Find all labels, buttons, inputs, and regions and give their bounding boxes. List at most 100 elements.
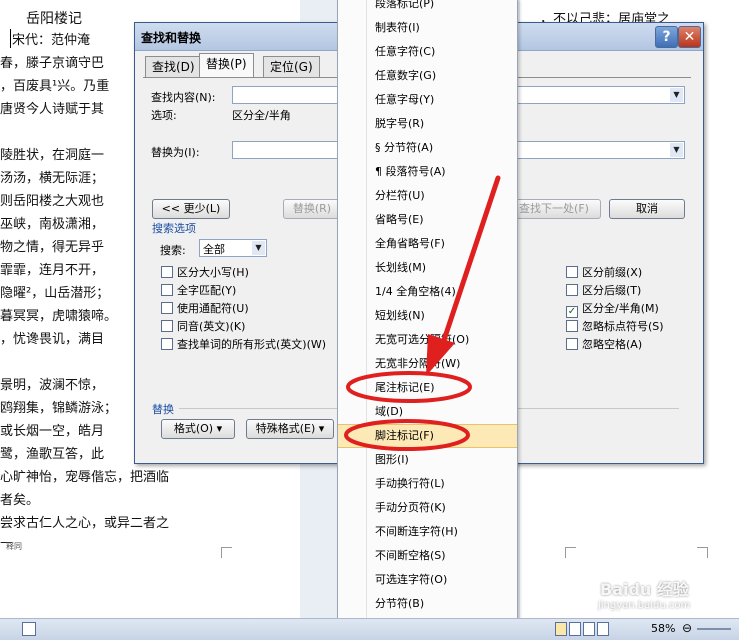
web-layout-view-icon[interactable] (583, 622, 595, 636)
menu-item[interactable]: 任意字母(Y) (338, 88, 517, 112)
search-label: 搜索: (160, 244, 186, 257)
format-button[interactable]: 格式(O) ▾ (161, 419, 235, 439)
menu-item-label: 无宽非分隔符(W) (375, 357, 461, 370)
checkbox-icon[interactable] (566, 338, 578, 350)
menu-item-label: 无宽可选分隔符(O) (375, 333, 470, 346)
outline-view-icon[interactable] (597, 622, 609, 636)
chevron-down-icon[interactable]: ▼ (252, 241, 265, 255)
checkbox-icon[interactable] (161, 284, 173, 296)
checkbox-label: 区分大小写(H) (177, 266, 249, 279)
footnote-text: 释同 (6, 542, 22, 551)
checkbox-option[interactable]: 同音(英文)(K) (161, 318, 245, 334)
checkbox-label: 使用通配符(U) (177, 302, 249, 315)
menu-item[interactable]: 域(D) (338, 400, 517, 424)
menu-item[interactable]: ¶ 段落符号(A) (338, 160, 517, 184)
checkbox-icon[interactable] (161, 320, 173, 332)
find-next-button[interactable]: 查找下一处(F) (507, 199, 601, 219)
document-line: 尝求古仁人之心，或异二者之 (0, 516, 170, 531)
menu-item[interactable]: 短划线(N) (338, 304, 517, 328)
checkbox-icon[interactable] (566, 320, 578, 332)
help-button[interactable]: ? (655, 26, 678, 48)
menu-item[interactable]: 任意数字(G) (338, 64, 517, 88)
replace-section-title: 替换 (152, 403, 174, 416)
menu-item[interactable]: 分栏符(U) (338, 184, 517, 208)
menu-item[interactable]: 尾注标记(E) (338, 376, 517, 400)
zoom-level[interactable]: 58% (651, 622, 675, 635)
menu-item[interactable]: 制表符(I) (338, 16, 517, 40)
menu-item[interactable]: 分节符(B) (338, 592, 517, 616)
checkbox-label: 忽略标点符号(S) (582, 320, 664, 333)
checkbox-option[interactable]: 全字匹配(Y) (161, 282, 236, 298)
checkbox-icon[interactable] (161, 266, 173, 278)
checkbox-option[interactable]: 查找单词的所有形式(英文)(W) (161, 336, 326, 352)
menu-item[interactable]: § 分节符(A) (338, 136, 517, 160)
menu-item-label: 任意数字(G) (375, 69, 437, 82)
tab-goto[interactable]: 定位(G) (263, 56, 320, 77)
menu-item[interactable]: 长划线(M) (338, 256, 517, 280)
menu-item-label: 段落标记(P) (375, 0, 435, 10)
close-button[interactable]: ✕ (678, 26, 701, 48)
menu-item-label: 尾注标记(E) (375, 381, 435, 394)
zoom-out-icon[interactable]: ⊖ (682, 621, 692, 635)
checkbox-option[interactable]: 区分前缀(X) (566, 264, 642, 280)
menu-item[interactable]: 脚注标记(F) (338, 424, 517, 448)
less-button[interactable]: << 更少(L) (152, 199, 230, 219)
document-line: 隐曜²，山岳潜形； (0, 286, 110, 301)
menu-item[interactable]: 任意字符(C) (338, 40, 517, 64)
print-layout-view-icon[interactable] (555, 622, 567, 636)
search-direction-select[interactable]: 全部 ▼ (199, 239, 267, 257)
special-format-button[interactable]: 特殊格式(E) ▾ (246, 419, 334, 439)
cancel-button[interactable]: 取消 (609, 199, 685, 219)
menu-item-label: 制表符(I) (375, 21, 420, 34)
checkbox-option[interactable]: 区分大小写(H) (161, 264, 249, 280)
menu-item[interactable]: 不间断连字符(H) (338, 520, 517, 544)
menu-item[interactable]: 手动换行符(L) (338, 472, 517, 496)
checkmark-icon[interactable]: ✓ (566, 306, 578, 318)
menu-item-label: 手动分页符(K) (375, 501, 446, 514)
menu-item-label: 分节符(B) (375, 597, 425, 610)
document-line: 鸥翔集，锦鳞游泳； (0, 401, 118, 416)
search-direction-value: 全部 (203, 243, 225, 256)
menu-item[interactable]: 段落标记(P) (338, 0, 517, 16)
document-line: 或长烟一空，皓月 (0, 424, 105, 439)
watermark-logo: Baidu 经验 (600, 580, 689, 599)
menu-item[interactable]: 手动分页符(K) (338, 496, 517, 520)
page-icon[interactable] (22, 622, 36, 636)
document-line: ，百废具¹兴。乃重 (0, 79, 110, 94)
full-screen-view-icon[interactable] (569, 622, 581, 636)
menu-item-label: 不间断空格(S) (375, 549, 446, 562)
document-line: 物之情，得无异乎 (0, 240, 105, 255)
menu-item-label: 图形(I) (375, 453, 409, 466)
menu-item[interactable]: 全角省略号(F) (338, 232, 517, 256)
checkbox-icon[interactable] (161, 302, 173, 314)
menu-item-label: 短划线(N) (375, 309, 425, 322)
view-buttons[interactable] (555, 622, 615, 636)
menu-item[interactable]: 无宽非分隔符(W) (338, 352, 517, 376)
menu-item[interactable]: 1/4 全角空格(4) (338, 280, 517, 304)
document-line: 心旷神怡，宠辱偕忘，把酒临 (0, 470, 170, 485)
menu-item[interactable]: 可选连字符(O) (338, 568, 517, 592)
menu-item[interactable]: 不间断空格(S) (338, 544, 517, 568)
checkbox-option[interactable]: 区分后缀(T) (566, 282, 641, 298)
document-line: 景明，波澜不惊， (0, 378, 105, 393)
menu-item[interactable]: 无宽可选分隔符(O) (338, 328, 517, 352)
checkbox-option[interactable]: 使用通配符(U) (161, 300, 249, 316)
checkbox-option[interactable]: ✓ 区分全/半角(M) (566, 300, 659, 318)
checkbox-icon[interactable] (566, 284, 578, 296)
menu-item[interactable]: 图形(I) (338, 448, 517, 472)
document-line: 陵胜状，在洞庭一 (0, 148, 105, 163)
zoom-slider[interactable] (697, 628, 731, 630)
replace-button[interactable]: 替换(R) (283, 199, 341, 219)
menu-item[interactable]: 脱字号(R) (338, 112, 517, 136)
checkbox-icon[interactable] (161, 338, 173, 350)
checkbox-option[interactable]: 忽略空格(A) (566, 336, 642, 352)
chevron-down-icon[interactable]: ▼ (670, 143, 683, 157)
checkbox-option[interactable]: 忽略标点符号(S) (566, 318, 664, 334)
search-options-title: 搜索选项 (152, 222, 196, 235)
tab-replace[interactable]: 替换(P) (199, 53, 254, 78)
tab-find[interactable]: 查找(D) (145, 56, 202, 77)
crop-mark (697, 547, 708, 558)
menu-item[interactable]: 省略号(E) (338, 208, 517, 232)
checkbox-icon[interactable] (566, 266, 578, 278)
chevron-down-icon[interactable]: ▼ (670, 88, 683, 102)
